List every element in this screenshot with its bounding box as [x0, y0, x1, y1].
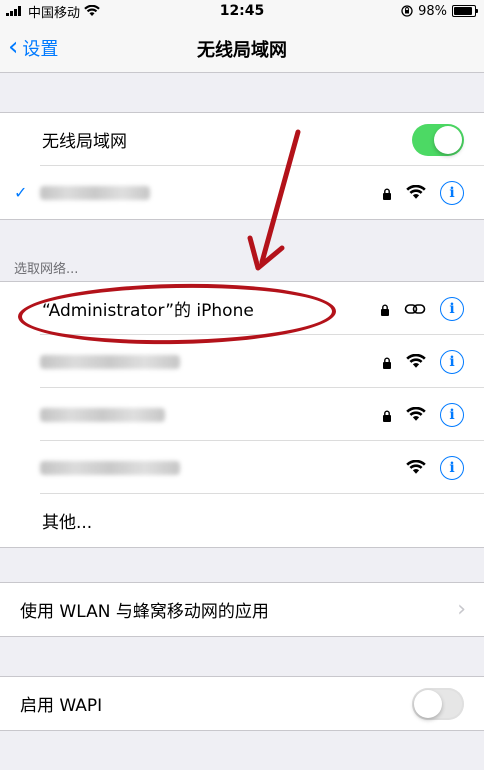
toggle-knob	[434, 125, 462, 154]
toggle-knob	[414, 689, 442, 718]
lock-icon	[382, 410, 392, 422]
wifi-icon	[406, 354, 426, 368]
wifi-section: 无线局域网 ✓ i	[0, 112, 484, 220]
info-icon[interactable]: i	[440, 402, 464, 427]
other-network-row[interactable]: 其他...	[0, 494, 484, 547]
info-icon[interactable]: i	[440, 349, 464, 374]
blurred-network-name	[40, 185, 150, 200]
connected-network-row[interactable]: ✓ i	[0, 166, 484, 219]
page-title: 无线局域网	[197, 40, 287, 61]
battery-percent: 98%	[418, 3, 447, 19]
choose-network-header: 选取网络...	[14, 262, 79, 277]
network-icons: i	[380, 296, 464, 321]
wifi-icon	[406, 185, 426, 199]
info-icon[interactable]: i	[440, 296, 464, 321]
apps-section: 使用 WLAN 与蜂窝移动网的应用 ›	[0, 582, 484, 637]
status-right: 98%	[401, 3, 478, 19]
network-row[interactable]: i	[0, 388, 484, 441]
info-icon[interactable]: i	[440, 455, 464, 480]
status-bar: 中国移动 12:45 98%	[0, 0, 484, 22]
network-icons: i	[406, 455, 464, 480]
wapi-row: 启用 WAPI	[0, 677, 484, 730]
blurred-network-name	[40, 354, 180, 369]
battery-icon	[452, 5, 478, 17]
nav-bar: ‹ 设置 无线局域网	[0, 22, 484, 73]
network-icons: i	[382, 402, 464, 427]
blurred-network-name	[40, 460, 180, 475]
hotspot-icon	[404, 303, 426, 314]
chevron-right-icon: ›	[457, 597, 466, 622]
wifi-label: 无线局域网	[42, 132, 127, 152]
wapi-section: 启用 WAPI	[0, 676, 484, 731]
network-row[interactable]: i	[0, 335, 484, 388]
wapi-toggle[interactable]	[412, 687, 464, 720]
info-icon[interactable]: i	[440, 180, 464, 205]
network-icons: i	[382, 180, 464, 205]
wapi-label: 启用 WAPI	[20, 696, 103, 716]
wifi-icon	[406, 460, 426, 474]
lock-icon	[382, 357, 392, 369]
apps-using-wlan-label: 使用 WLAN 与蜂窝移动网的应用	[20, 602, 269, 622]
lock-icon	[380, 304, 390, 316]
other-label: 其他...	[42, 513, 93, 533]
wifi-toggle-row: 无线局域网	[0, 113, 484, 166]
orientation-lock-icon	[401, 5, 413, 17]
wifi-icon	[406, 407, 426, 421]
apps-using-wlan-row[interactable]: 使用 WLAN 与蜂窝移动网的应用 ›	[0, 583, 484, 636]
network-icons: i	[382, 349, 464, 374]
blurred-network-name	[40, 407, 165, 422]
checkmark-icon: ✓	[14, 183, 28, 202]
network-row[interactable]: i	[0, 441, 484, 494]
lock-icon	[382, 188, 392, 200]
wifi-toggle[interactable]	[412, 123, 464, 156]
